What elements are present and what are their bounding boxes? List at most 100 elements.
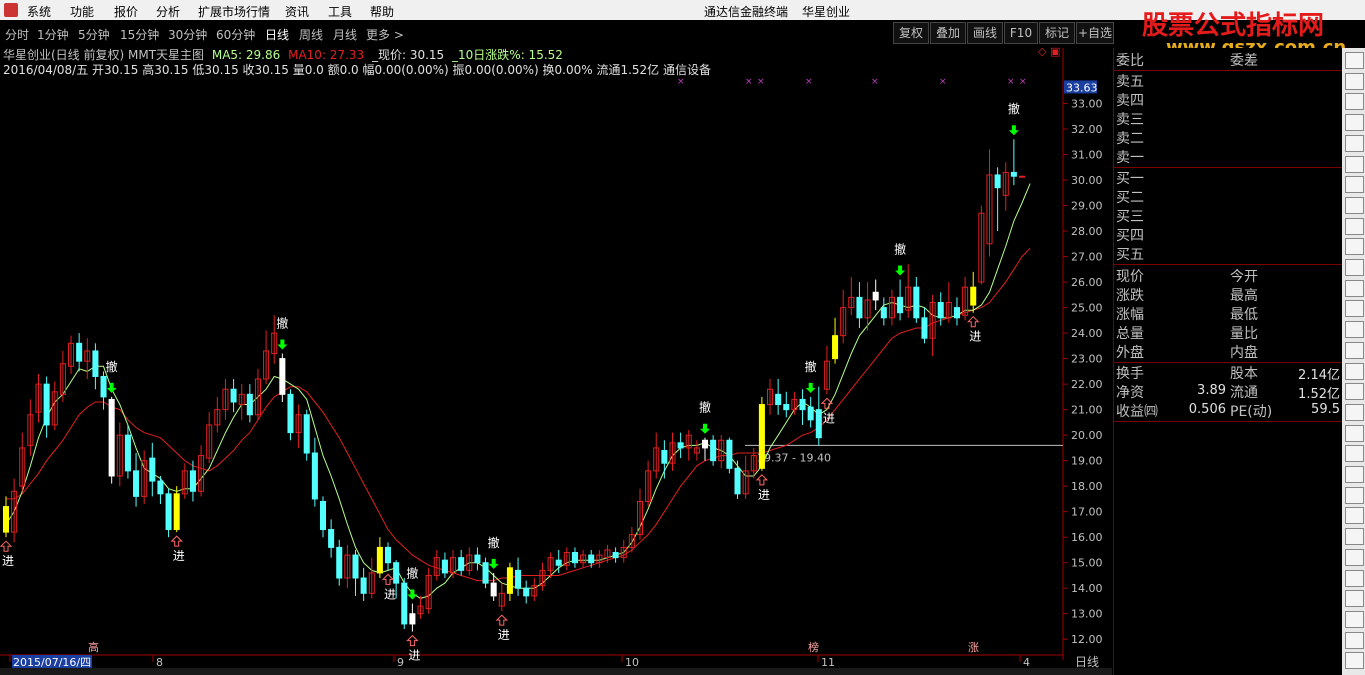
side-tool-button-2[interactable] (1345, 72, 1364, 90)
exit-arrow-icon (1008, 125, 1019, 136)
x-axis-label: 2015/07/16/四 (13, 656, 91, 668)
side-tool-button-9[interactable] (1345, 217, 1364, 235)
exit-signal-label: 撤 (894, 242, 906, 257)
side-tool-button-1[interactable] (1345, 52, 1364, 69)
exit-arrow-icon (488, 558, 499, 569)
x-axis-label: 10 (625, 656, 639, 668)
exit-arrow-icon (700, 423, 711, 434)
side-tool-button-30[interactable] (1345, 652, 1364, 670)
sell1-label: 卖一 (1116, 150, 1144, 166)
side-tool-button-28[interactable] (1345, 610, 1364, 628)
net-assets-label: 净资 (1116, 385, 1144, 401)
y-tick-label: 14.00 (1071, 582, 1103, 595)
enter-signal-label: 进 (969, 330, 981, 344)
side-tool-button-22[interactable] (1345, 486, 1364, 504)
side-tool-button-5[interactable] (1345, 134, 1364, 152)
candle-body (246, 393, 253, 416)
side-tool-button-25[interactable] (1345, 548, 1364, 566)
side-tool-button-16[interactable] (1345, 362, 1364, 380)
side-tool-button-7[interactable] (1345, 176, 1364, 194)
candle-body (758, 404, 765, 469)
kline-chart[interactable]: 33.00 32.00 31.00 30.00 29.00 28.00 27.00 26.00… (0, 0, 1113, 668)
enter-signal-label: 进 (384, 587, 396, 601)
candle-body (515, 569, 522, 589)
side-tool-button-10[interactable] (1345, 238, 1364, 256)
side-tool-button-18[interactable] (1345, 403, 1364, 421)
candle-body (677, 442, 684, 449)
enter-signal-label: 进 (173, 549, 185, 563)
y-tick-label: 26.00 (1071, 276, 1103, 289)
sell4-label: 卖四 (1116, 93, 1144, 109)
side-tool-button-13[interactable] (1345, 300, 1364, 318)
candle-body (189, 470, 196, 492)
eps-label: 收益㈣ (1116, 404, 1158, 420)
bottom-tab-strip[interactable] (0, 668, 1112, 675)
y-tick-label: 23.00 (1071, 353, 1103, 366)
y-tick-label: 25.00 (1071, 302, 1103, 315)
side-tool-button-14[interactable] (1345, 321, 1364, 339)
side-tool-button-11[interactable] (1345, 259, 1364, 276)
exit-arrow-icon (277, 339, 288, 350)
side-tool-button-26[interactable] (1345, 569, 1364, 587)
top-marker-icon: × (1007, 77, 1015, 87)
enter-signal-label: 进 (498, 628, 510, 642)
sell2-label: 卖二 (1116, 131, 1144, 147)
outer-volume-label: 外盘 (1116, 345, 1144, 361)
sell5-label: 卖五 (1116, 74, 1144, 90)
buy4-label: 买四 (1116, 228, 1144, 244)
side-tool-button-17[interactable] (1345, 383, 1364, 401)
y-tick-label: 22.00 (1071, 378, 1103, 391)
inner-volume-label: 内盘 (1230, 345, 1258, 361)
candle-body (92, 350, 99, 377)
exit-signal-label: 撤 (1008, 101, 1020, 116)
enter-arrow-icon (755, 474, 769, 486)
side-tool-button-6[interactable] (1345, 155, 1364, 173)
side-tool-button-29[interactable] (1345, 631, 1364, 649)
side-tool-button-19[interactable] (1345, 424, 1364, 442)
x-axis-label: 4 (1023, 656, 1030, 668)
candle-body (807, 406, 814, 421)
candle-body (555, 559, 562, 566)
candle-body (571, 552, 578, 564)
buy3-label: 买三 (1116, 209, 1144, 225)
enter-arrow-icon (967, 315, 980, 328)
side-tool-button-4[interactable] (1345, 114, 1364, 132)
share-capital-label: 股本 (1230, 366, 1258, 382)
candle-body (124, 434, 131, 472)
candle-body (970, 286, 977, 306)
candle-body (401, 582, 408, 625)
side-tool-button-27[interactable] (1345, 590, 1364, 608)
candle-body (726, 439, 733, 469)
y-tick-label: 31.00 (1071, 149, 1103, 162)
candle-body (880, 307, 887, 319)
candle-body (815, 409, 822, 439)
enter-signal-label: 进 (408, 649, 420, 663)
low-label: 最低 (1230, 307, 1258, 323)
candle-body (157, 480, 164, 495)
top-marker-icon: × (1019, 77, 1027, 87)
candle-body (994, 174, 1001, 189)
net-assets-value: 3.89 (1197, 383, 1226, 398)
side-tool-button-15[interactable] (1345, 341, 1364, 359)
enter-signal-label: 进 (2, 554, 14, 568)
side-tool-button-21[interactable] (1345, 466, 1364, 483)
side-tool-button-23[interactable] (1345, 507, 1364, 525)
bottom-mark-label: 高 (88, 640, 99, 654)
candle-body (701, 439, 709, 449)
side-tool-button-20[interactable] (1345, 445, 1364, 463)
candle-body (490, 582, 497, 597)
candle-body (2, 506, 10, 533)
side-tool-button-24[interactable] (1345, 528, 1364, 546)
exit-arrow-icon (805, 382, 816, 393)
candle-body (441, 559, 448, 574)
side-tool-button-3[interactable] (1345, 93, 1364, 111)
top-marker-icon: × (757, 77, 765, 87)
candle-body (1010, 171, 1017, 177)
enter-arrow-icon (0, 540, 13, 552)
exit-signal-label: 撤 (488, 535, 500, 550)
candle-body (108, 398, 115, 477)
side-tool-button-8[interactable] (1345, 196, 1364, 214)
candle-body (612, 552, 619, 559)
candle-body (482, 562, 489, 584)
side-tool-button-12[interactable] (1345, 279, 1364, 297)
